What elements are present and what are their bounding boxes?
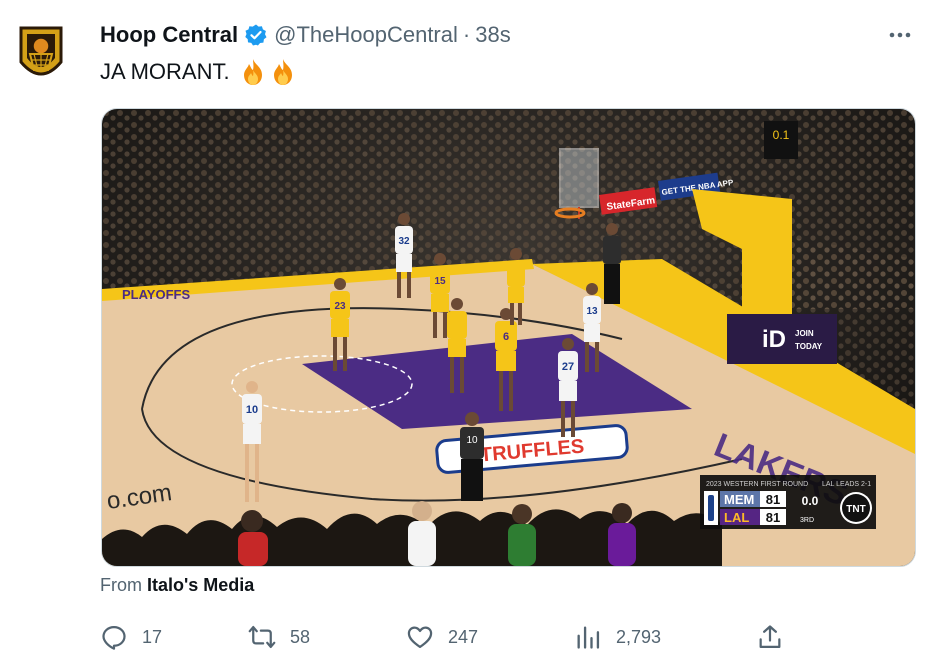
join-sign-line1: JOIN [795,329,814,338]
media-attribution: From Italo's Media [100,575,254,596]
retweet-icon [248,625,276,649]
playoffs-banner-text: PLAYOFFS [122,287,190,302]
network-logo: TNT [846,504,865,515]
svg-text:27: 27 [562,361,574,373]
separator-dot: · [462,22,471,47]
media-source-link[interactable]: Italo's Media [147,575,254,595]
heart-icon [407,626,433,649]
retweet-count: 58 [290,626,311,647]
team1-score: 81 [766,492,780,507]
tweet: Hoop Central @TheHoopCentral · 38s JA MO… [0,0,940,669]
like-count: 247 [448,626,479,647]
team1-name: MEM [724,492,754,507]
series-label: 2023 WESTERN FIRST ROUND [706,481,808,488]
hoop-central-logo [19,26,63,76]
svg-text:6: 6 [503,331,509,343]
basketball-game-frame: PLAYOFFS LAKERS TRUFFLES o.com 0.1 State… [102,109,915,566]
share-icon [759,625,781,649]
verified-badge-icon[interactable] [244,23,268,47]
shot-clock: 0.1 [773,128,790,142]
svg-text:23: 23 [334,301,346,312]
avatar[interactable] [18,24,64,88]
share-button[interactable] [756,620,798,654]
tweet-text: JA MORANT. [100,58,296,86]
period: 3RD [800,517,814,524]
retweet-button[interactable]: 58 [248,620,310,654]
join-sign-line2: TODAY [795,342,823,351]
game-clock: 0.0 [802,494,819,508]
tweet-media-video[interactable]: PLAYOFFS LAKERS TRUFFLES o.com 0.1 State… [101,108,916,567]
svg-text:10: 10 [246,404,258,416]
id-sign: iD [762,326,786,353]
views-count: 2,793 [616,626,662,647]
author-handle[interactable]: @TheHoopCentral [274,22,458,48]
timestamp[interactable]: 38s [475,22,510,48]
svg-text:15: 15 [434,276,446,287]
backboard [559,148,599,208]
more-options-icon[interactable] [880,22,920,48]
like-button[interactable]: 247 [406,620,478,654]
reply-count: 17 [142,626,163,647]
reply-button[interactable]: 17 [100,620,162,654]
tweet-header: Hoop Central @TheHoopCentral · 38s [100,20,511,50]
tweet-text-content: JA MORANT. [100,59,230,84]
tweet-actions: 17 58 247 2,793 [100,620,890,654]
views-button[interactable]: 2,793 [574,620,661,654]
media-attribution-prefix: From [100,575,147,595]
svg-text:13: 13 [586,306,598,317]
fire-emoji [243,59,262,85]
scoreboard: 2023 WESTERN FIRST ROUND LAL LEADS 2-1 M… [700,475,876,529]
team2-score: 81 [766,510,780,525]
author-name[interactable]: Hoop Central [100,22,238,48]
team2-name: LAL [724,510,749,525]
reply-icon [102,625,126,650]
svg-text:10: 10 [466,435,478,446]
series-status: LAL LEADS 2-1 [822,481,871,488]
views-chart-icon [577,626,600,649]
svg-text:32: 32 [398,236,410,247]
fire-emoji [273,59,292,85]
